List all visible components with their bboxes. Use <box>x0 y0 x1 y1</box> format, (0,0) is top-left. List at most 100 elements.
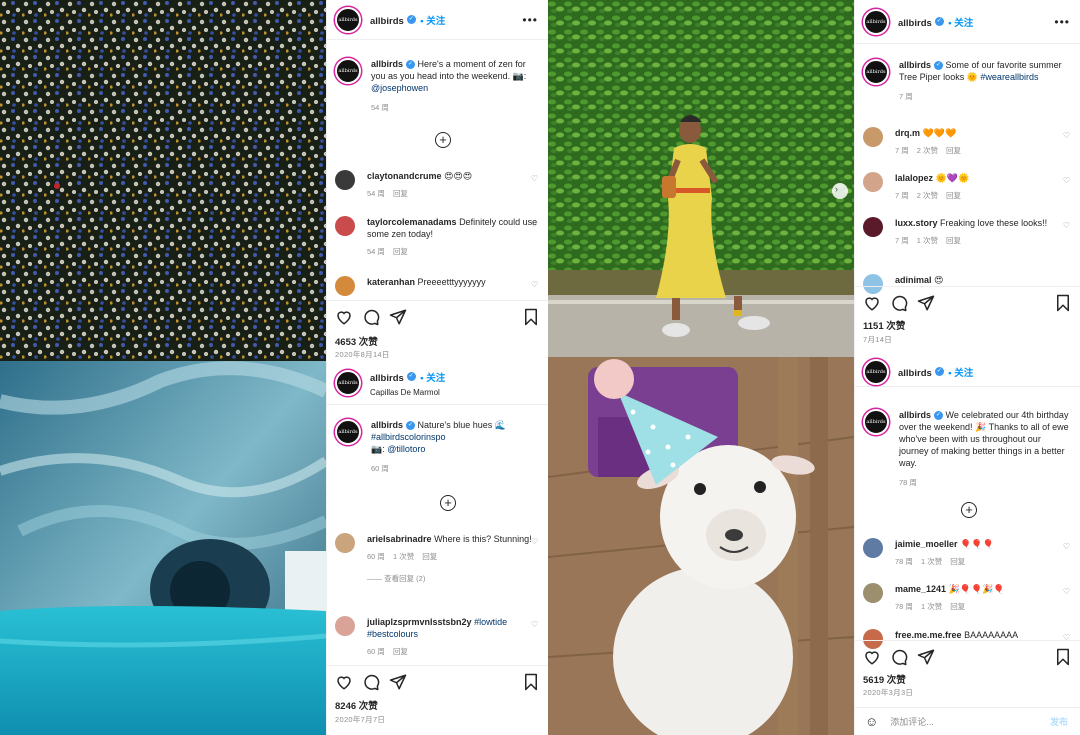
username[interactable]: allbirds ✓ • 关注 <box>898 363 973 381</box>
heart-icon[interactable]: ♡ <box>1063 131 1070 140</box>
post-image-woman[interactable]: › <box>548 0 854 357</box>
avatar[interactable]: allbirds <box>863 59 889 85</box>
comment-username[interactable]: claytonandcrume <box>367 171 442 181</box>
reply-button[interactable]: 回复 <box>422 552 437 561</box>
avatar[interactable]: allbirds <box>335 58 361 84</box>
caption-link[interactable]: #weareallbirds <box>980 72 1038 82</box>
avatar[interactable] <box>335 170 355 190</box>
comment-username[interactable]: adinimal <box>895 275 932 285</box>
share-icon[interactable] <box>389 673 407 691</box>
comment-likes[interactable]: 1 次赞 <box>917 236 938 245</box>
avatar[interactable]: allbirds <box>863 409 889 435</box>
location[interactable]: Capillas De Marmol <box>370 388 445 397</box>
bookmark-icon[interactable] <box>1054 294 1072 312</box>
heart-icon[interactable] <box>335 308 353 326</box>
heart-icon[interactable]: ♡ <box>531 174 538 183</box>
reply-button[interactable]: 回复 <box>950 557 965 566</box>
heart-icon[interactable]: ♡ <box>531 537 538 546</box>
comment-likes[interactable]: 1 次赞 <box>393 552 414 561</box>
heart-icon[interactable]: ♡ <box>1063 542 1070 551</box>
comment-username[interactable]: jaimie_moeller <box>895 539 958 549</box>
follow-button[interactable]: • 关注 <box>420 373 445 384</box>
reply-button[interactable]: 回复 <box>950 602 965 611</box>
username[interactable]: allbirds ✓ • 关注 <box>898 13 973 31</box>
caption-username[interactable]: allbirds <box>371 59 403 69</box>
comment-username[interactable]: kateranhan <box>367 277 415 287</box>
comment-username[interactable]: free.me.me.free <box>895 630 962 640</box>
avatar[interactable]: allbirds <box>863 8 889 35</box>
avatar[interactable] <box>335 616 355 636</box>
share-icon[interactable] <box>389 308 407 326</box>
comment-icon[interactable] <box>362 308 380 326</box>
bookmark-icon[interactable] <box>1054 648 1072 666</box>
more-icon[interactable]: ••• <box>1054 15 1070 29</box>
view-replies[interactable]: —— 查看回复 (2) <box>367 573 540 585</box>
comment-username[interactable]: drq.m <box>895 128 920 138</box>
likes-count[interactable]: 4653 次赞 <box>335 334 378 348</box>
heart-icon[interactable]: ♡ <box>531 220 538 229</box>
comment-likes[interactable]: 1 次赞 <box>921 557 942 566</box>
likes-count[interactable]: 1151 次赞 <box>863 318 905 332</box>
comment-likes[interactable]: 2 次赞 <box>917 191 938 200</box>
heart-icon[interactable]: ♡ <box>1063 221 1070 230</box>
avatar[interactable] <box>335 216 355 236</box>
avatar[interactable]: allbirds <box>335 419 361 445</box>
caption-username[interactable]: allbirds <box>899 410 931 420</box>
username[interactable]: allbirds ✓ • 关注 Capillas De Marmol <box>370 368 445 397</box>
caption-link[interactable]: @josephowen <box>371 83 428 93</box>
username[interactable]: allbirds ✓ • 关注 <box>370 11 445 29</box>
caption-username[interactable]: allbirds <box>371 420 403 430</box>
post-image-marble-caves[interactable] <box>0 361 326 735</box>
reply-button[interactable]: 回复 <box>946 236 961 245</box>
comment-likes[interactable]: 2 次赞 <box>917 146 938 155</box>
caption-username[interactable]: allbirds <box>899 60 931 70</box>
comment-input[interactable]: 添加评论... <box>890 715 934 728</box>
heart-icon[interactable]: ♡ <box>531 280 538 289</box>
reply-button[interactable]: 回复 <box>393 247 408 256</box>
post-image-flowers[interactable] <box>0 0 326 361</box>
likes-count[interactable]: 8246 次赞 <box>335 698 378 712</box>
reply-button[interactable]: 回复 <box>393 647 408 656</box>
heart-icon[interactable] <box>863 648 881 666</box>
avatar[interactable] <box>863 538 883 558</box>
emoji-icon[interactable]: ☺ <box>865 714 878 729</box>
comment-username[interactable]: luxx.story <box>895 218 938 228</box>
plus-circle-icon[interactable]: + <box>435 132 451 148</box>
avatar[interactable] <box>335 276 355 296</box>
share-icon[interactable] <box>917 294 935 312</box>
avatar[interactable]: allbirds <box>335 6 361 33</box>
heart-icon[interactable] <box>863 294 881 312</box>
post-comment-button[interactable]: 发布 <box>1050 715 1068 728</box>
avatar[interactable] <box>863 583 883 603</box>
likes-count[interactable]: 5619 次赞 <box>863 672 906 686</box>
comment-username[interactable]: mame_1241 <box>895 584 946 594</box>
next-arrow-icon[interactable]: › <box>835 184 838 194</box>
follow-button[interactable]: • 关注 <box>420 16 445 27</box>
bookmark-icon[interactable] <box>522 673 540 691</box>
comment-username[interactable]: juliaplzsprmvnlsstsbn2y <box>367 617 472 627</box>
reply-button[interactable]: 回复 <box>946 146 961 155</box>
heart-icon[interactable]: ♡ <box>1063 587 1070 596</box>
heart-icon[interactable] <box>335 673 353 691</box>
bookmark-icon[interactable] <box>522 308 540 326</box>
comment-icon[interactable] <box>890 648 908 666</box>
comment-icon[interactable] <box>890 294 908 312</box>
share-icon[interactable] <box>917 648 935 666</box>
follow-button[interactable]: • 关注 <box>948 18 973 29</box>
comment-username[interactable]: arielsabrinadre <box>367 534 432 544</box>
heart-icon[interactable]: ♡ <box>531 620 538 629</box>
reply-button[interactable]: 回复 <box>393 189 408 198</box>
caption-link[interactable]: @tillotoro <box>387 444 425 454</box>
post-image-sheep[interactable] <box>548 357 854 735</box>
comment-likes[interactable]: 1 次赞 <box>921 602 942 611</box>
comment-username[interactable]: lalalopez <box>895 173 933 183</box>
avatar[interactable] <box>863 172 883 192</box>
comment-icon[interactable] <box>362 673 380 691</box>
follow-button[interactable]: • 关注 <box>948 368 973 379</box>
plus-circle-icon[interactable]: + <box>961 502 977 518</box>
plus-circle-icon[interactable]: + <box>440 495 456 511</box>
comment-username[interactable]: taylorcolemanadams <box>367 217 457 227</box>
caption-link[interactable]: #allbirdscolorinspo <box>371 432 446 442</box>
avatar[interactable] <box>863 127 883 147</box>
reply-button[interactable]: 回复 <box>946 191 961 200</box>
